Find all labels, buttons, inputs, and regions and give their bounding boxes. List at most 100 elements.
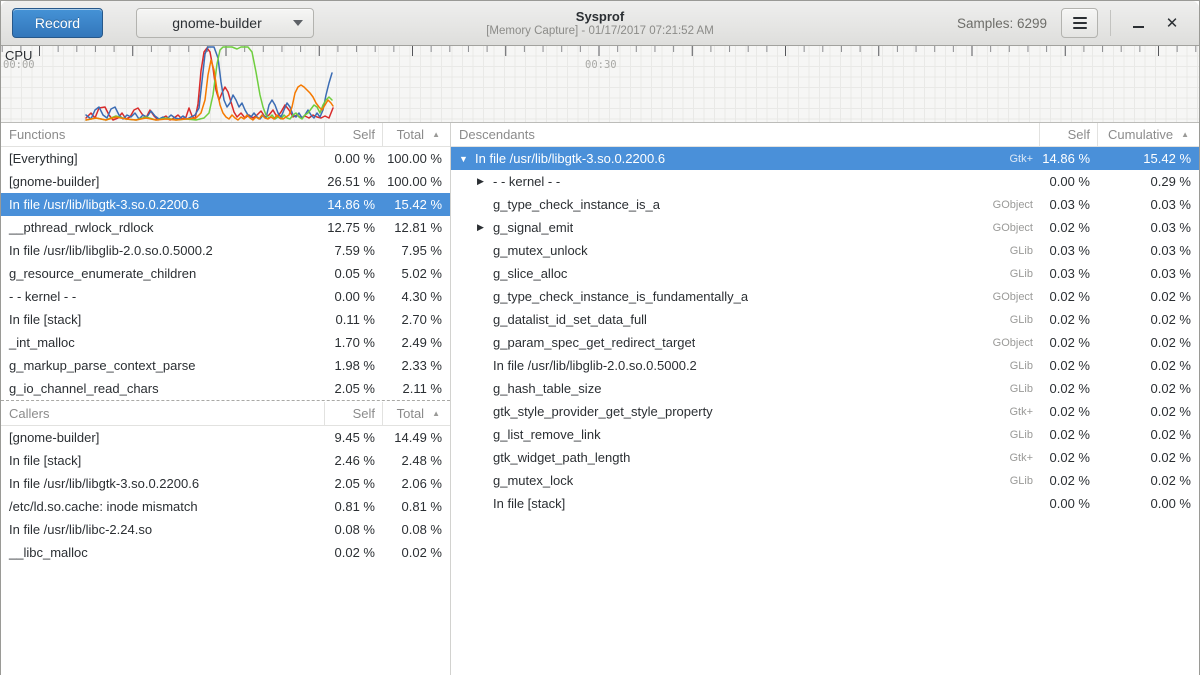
record-button[interactable]: Record — [12, 8, 103, 38]
close-icon: ✕ — [1166, 16, 1179, 31]
function-name: In file [stack] — [1, 312, 324, 327]
function-name: - - kernel - - — [1, 289, 324, 304]
cumulative-percent: 0.03 % — [1097, 243, 1199, 258]
descendant-row[interactable]: In file [stack]0.00 %0.00 % — [451, 492, 1199, 515]
descendant-row[interactable]: g_mutex_unlockGLib0.03 %0.03 % — [451, 239, 1199, 262]
function-name: In file /usr/lib/libgtk-3.so.0.2200.6 — [475, 151, 665, 166]
function-name: /etc/ld.so.cache: inode mismatch — [1, 499, 324, 514]
descendants-self-column-header[interactable]: Self — [1039, 123, 1097, 147]
library-tag: GLib — [1000, 245, 1039, 257]
total-percent: 100.00 % — [382, 151, 450, 166]
table-row[interactable]: In file /usr/lib/libgtk-3.so.0.2200.62.0… — [1, 472, 450, 495]
expander-closed-icon[interactable]: ▶ — [477, 222, 493, 233]
library-tag: GLib — [1000, 475, 1039, 487]
library-tag: GObject — [983, 291, 1039, 303]
self-percent: 0.81 % — [324, 499, 382, 514]
self-percent: 0.00 % — [1039, 496, 1097, 511]
descendant-row[interactable]: gtk_style_provider_get_style_propertyGtk… — [451, 400, 1199, 423]
descendants-tree: ▼In file /usr/lib/libgtk-3.so.0.2200.6Gt… — [451, 147, 1199, 515]
descendant-row[interactable]: g_hash_table_sizeGLib0.02 %0.02 % — [451, 377, 1199, 400]
descendant-row[interactable]: ▶- - kernel - -0.00 %0.29 % — [451, 170, 1199, 193]
table-row[interactable]: [Everything]0.00 %100.00 % — [1, 147, 450, 170]
table-row[interactable]: [gnome-builder]9.45 %14.49 % — [1, 426, 450, 449]
table-row[interactable]: _int_malloc1.70 %2.49 % — [1, 331, 450, 354]
table-row[interactable]: In file [stack]0.11 %2.70 % — [1, 308, 450, 331]
function-name: g_mutex_unlock — [493, 243, 588, 258]
table-row[interactable]: g_markup_parse_context_parse1.98 %2.33 % — [1, 354, 450, 377]
menu-button[interactable] — [1061, 8, 1098, 38]
self-percent: 0.02 % — [1039, 220, 1097, 235]
table-row[interactable]: g_io_channel_read_chars2.05 %2.11 % — [1, 377, 450, 400]
cumulative-percent: 0.03 % — [1097, 220, 1199, 235]
total-percent: 15.42 % — [382, 197, 450, 212]
expander-closed-icon[interactable]: ▶ — [477, 176, 493, 187]
table-row[interactable]: [gnome-builder]26.51 %100.00 % — [1, 170, 450, 193]
left-pane: Functions Self Total ▲ [Everything]0.00 … — [1, 123, 451, 675]
library-tag: GLib — [1000, 268, 1039, 280]
functions-total-column-header[interactable]: Total ▲ — [382, 123, 450, 147]
process-selector-dropdown[interactable]: gnome-builder — [136, 8, 314, 38]
descendant-row[interactable]: g_list_remove_linkGLib0.02 %0.02 % — [451, 423, 1199, 446]
window-title: Sysprof — [576, 9, 624, 24]
functions-column-header[interactable]: Functions — [1, 123, 324, 147]
self-percent: 0.00 % — [1039, 174, 1097, 189]
titlebar-separator — [1110, 10, 1111, 36]
functions-self-column-header[interactable]: Self — [324, 123, 382, 147]
descendants-column-header[interactable]: Descendants — [451, 123, 1039, 147]
self-percent: 0.02 % — [324, 545, 382, 560]
descendant-row[interactable]: g_type_check_instance_is_aGObject0.03 %0… — [451, 193, 1199, 216]
descendants-cumulative-column-header[interactable]: Cumulative ▲ — [1097, 123, 1199, 147]
descendant-name-cell: gtk_style_provider_get_style_propertyGtk… — [451, 404, 1039, 419]
total-percent: 2.48 % — [382, 453, 450, 468]
self-percent: 0.02 % — [1039, 335, 1097, 350]
callers-column-header[interactable]: Callers — [1, 402, 324, 426]
descendant-row[interactable]: g_param_spec_get_redirect_targetGObject0… — [451, 331, 1199, 354]
self-percent: 0.02 % — [1039, 450, 1097, 465]
self-percent: 12.75 % — [324, 220, 382, 235]
descendant-row[interactable]: g_slice_allocGLib0.03 %0.03 % — [451, 262, 1199, 285]
table-row[interactable]: - - kernel - -0.00 %4.30 % — [1, 285, 450, 308]
sort-ascending-icon: ▲ — [1181, 130, 1189, 139]
cumulative-percent: 0.02 % — [1097, 381, 1199, 396]
expander-open-icon[interactable]: ▼ — [459, 154, 475, 164]
table-row[interactable]: In file /usr/lib/libgtk-3.so.0.2200.614.… — [1, 193, 450, 216]
self-percent: 0.03 % — [1039, 243, 1097, 258]
self-percent: 26.51 % — [324, 174, 382, 189]
self-percent: 9.45 % — [324, 430, 382, 445]
function-name: [Everything] — [1, 151, 324, 166]
descendant-row[interactable]: ▶g_signal_emitGObject0.02 %0.03 % — [451, 216, 1199, 239]
function-name: g_resource_enumerate_children — [1, 266, 324, 281]
descendant-row[interactable]: In file /usr/lib/libglib-2.0.so.0.5000.2… — [451, 354, 1199, 377]
minimize-button[interactable] — [1121, 8, 1155, 38]
function-name: g_signal_emit — [493, 220, 573, 235]
function-name: g_io_channel_read_chars — [1, 381, 324, 396]
descendant-row[interactable]: g_type_check_instance_is_fundamentally_a… — [451, 285, 1199, 308]
descendant-row[interactable]: gtk_widget_path_lengthGtk+0.02 %0.02 % — [451, 446, 1199, 469]
close-button[interactable]: ✕ — [1155, 8, 1189, 38]
function-name: gtk_style_provider_get_style_property — [493, 404, 713, 419]
callers-self-column-header[interactable]: Self — [324, 402, 382, 426]
table-row[interactable]: /etc/ld.so.cache: inode mismatch0.81 %0.… — [1, 495, 450, 518]
cpu-graph-panel[interactable]: CPU 00:00 00:30 — [1, 46, 1199, 123]
total-percent: 2.49 % — [382, 335, 450, 350]
descendant-row[interactable]: g_datalist_id_set_data_fullGLib0.02 %0.0… — [451, 308, 1199, 331]
minimize-icon — [1133, 26, 1144, 28]
library-tag: GLib — [1000, 383, 1039, 395]
table-row[interactable]: __libc_malloc0.02 %0.02 % — [1, 541, 450, 564]
function-name: g_hash_table_size — [493, 381, 601, 396]
table-row[interactable]: g_resource_enumerate_children0.05 %5.02 … — [1, 262, 450, 285]
descendants-pane: Descendants Self Cumulative ▲ ▼In file /… — [451, 123, 1199, 675]
table-row[interactable]: In file [stack]2.46 %2.48 % — [1, 449, 450, 472]
descendant-row[interactable]: g_mutex_lockGLib0.02 %0.02 % — [451, 469, 1199, 492]
callers-total-column-header[interactable]: Total ▲ — [382, 402, 450, 426]
main-content: Functions Self Total ▲ [Everything]0.00 … — [1, 123, 1199, 675]
table-row[interactable]: In file /usr/lib/libglib-2.0.so.0.5000.2… — [1, 239, 450, 262]
table-row[interactable]: In file /usr/lib/libc-2.24.so0.08 %0.08 … — [1, 518, 450, 541]
functions-header: Functions Self Total ▲ — [1, 123, 450, 147]
total-percent: 14.49 % — [382, 430, 450, 445]
descendant-row[interactable]: ▼In file /usr/lib/libgtk-3.so.0.2200.6Gt… — [451, 147, 1199, 170]
function-name: - - kernel - - — [493, 174, 560, 189]
table-row[interactable]: __pthread_rwlock_rdlock12.75 %12.81 % — [1, 216, 450, 239]
self-percent: 14.86 % — [1039, 151, 1097, 166]
total-percent: 5.02 % — [382, 266, 450, 281]
